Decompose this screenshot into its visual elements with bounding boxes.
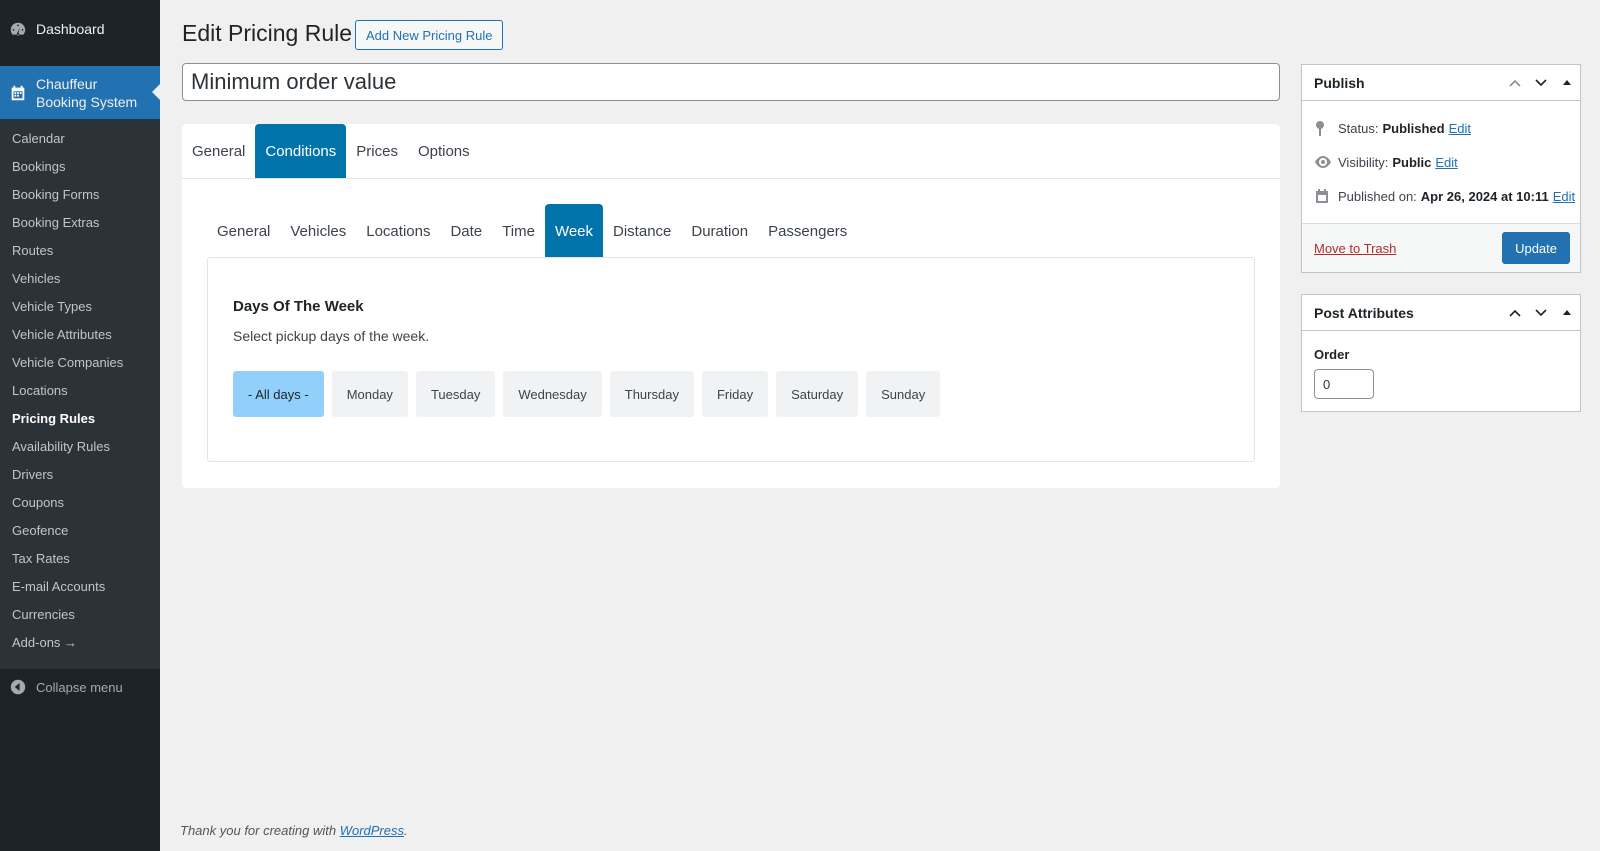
subtab-passengers[interactable]: Passengers — [758, 204, 857, 258]
footer-suffix: . — [404, 823, 408, 838]
day-friday[interactable]: Friday — [701, 371, 769, 417]
submenu-item-tax-rates[interactable]: Tax Rates — [12, 551, 70, 566]
submenu-item-bookings[interactable]: Bookings — [12, 159, 65, 174]
days-of-week-section: Days Of The Week Select pickup days of t… — [207, 257, 1255, 462]
pricing-rule-panel: General Conditions Prices Options Genera… — [182, 124, 1280, 488]
update-button[interactable]: Update — [1502, 232, 1570, 264]
move-to-trash-link[interactable]: Move to Trash — [1314, 241, 1396, 256]
edit-visibility-link[interactable]: Edit — [1435, 155, 1457, 170]
menu-current-label-2: Booking System — [36, 93, 138, 110]
subtab-distance[interactable]: Distance — [603, 204, 681, 258]
tabs-divider — [182, 178, 1280, 179]
collapse-menu-label: Collapse menu — [36, 679, 123, 695]
tab-general[interactable]: General — [182, 124, 255, 178]
submenu-item-vehicles[interactable]: Vehicles — [12, 271, 60, 286]
submenu-item-add-ons[interactable]: Add-ons → — [12, 635, 77, 650]
main-tabs: General Conditions Prices Options — [182, 124, 480, 178]
day-wednesday[interactable]: Wednesday — [503, 371, 602, 417]
menu-dashboard-label: Dashboard — [36, 21, 105, 37]
day-monday[interactable]: Monday — [331, 371, 408, 417]
subtab-week[interactable]: Week — [544, 204, 604, 258]
menu-chauffeur-booking-system[interactable]: Chauffeur Booking System — [0, 66, 160, 119]
subtab-time[interactable]: Time — [492, 204, 545, 258]
publish-title: Publish — [1314, 74, 1365, 91]
submenu-item-calendar[interactable]: Calendar — [12, 131, 65, 146]
dashboard-icon — [0, 20, 36, 38]
footer-thanks: Thank you for creating with — [180, 823, 340, 838]
post-title-input[interactable] — [182, 63, 1280, 101]
submenu-item-drivers[interactable]: Drivers — [12, 467, 53, 482]
published-label: Published on: — [1338, 188, 1417, 204]
section-description: Select pickup days of the week. — [233, 328, 430, 344]
move-down-icon[interactable] — [1528, 65, 1554, 101]
edit-status-link[interactable]: Edit — [1449, 121, 1471, 136]
submenu-item-booking-extras[interactable]: Booking Extras — [12, 215, 99, 230]
subtab-locations[interactable]: Locations — [356, 204, 440, 258]
pin-icon — [1314, 120, 1338, 136]
submenu-item-vehicle-types[interactable]: Vehicle Types — [12, 299, 92, 314]
calendar-icon — [1314, 188, 1338, 204]
subtab-duration[interactable]: Duration — [681, 204, 758, 258]
condition-tabs: General Vehicles Locations Date Time Wee… — [207, 204, 857, 258]
footer-text: Thank you for creating with WordPress. — [180, 823, 408, 838]
post-attributes-box: Post Attributes Order — [1301, 294, 1581, 412]
tab-options[interactable]: Options — [408, 124, 480, 178]
submenu-item-email-accounts[interactable]: E-mail Accounts — [12, 579, 105, 594]
move-up-icon[interactable] — [1502, 295, 1528, 331]
tab-prices[interactable]: Prices — [346, 124, 408, 178]
wordpress-link[interactable]: WordPress — [340, 823, 404, 838]
submenu-item-currencies[interactable]: Currencies — [12, 607, 75, 622]
publish-box: Publish Status: Published Edit Visibilit… — [1301, 64, 1581, 273]
day-tuesday[interactable]: Tuesday — [415, 371, 496, 417]
submenu-item-geofence[interactable]: Geofence — [12, 523, 68, 538]
submenu-item-booking-forms[interactable]: Booking Forms — [12, 187, 99, 202]
admin-sidebar: Dashboard Chauffeur Booking System Calen… — [0, 0, 160, 851]
status-row: Status: Published Edit — [1302, 111, 1580, 145]
subtab-general[interactable]: General — [207, 204, 280, 258]
day-sunday[interactable]: Sunday — [866, 371, 941, 417]
visibility-row: Visibility: Public Edit — [1302, 145, 1580, 179]
menu-current-label-1: Chauffeur — [36, 75, 98, 92]
move-down-icon[interactable] — [1528, 295, 1554, 331]
day-thursday[interactable]: Thursday — [609, 371, 694, 417]
status-label: Status: — [1338, 120, 1379, 136]
publish-actions: Move to Trash Update — [1302, 223, 1580, 272]
day-saturday[interactable]: Saturday — [776, 371, 859, 417]
published-on-row: Published on: Apr 26, 2024 at 10:11 Edit — [1302, 179, 1580, 213]
post-attributes-title: Post Attributes — [1314, 304, 1414, 321]
edit-date-link[interactable]: Edit — [1553, 189, 1575, 204]
collapse-menu-button[interactable]: Collapse menu — [0, 672, 160, 702]
published-value: Apr 26, 2024 at 10:11 — [1420, 188, 1549, 204]
visibility-label: Visibility: — [1338, 154, 1389, 170]
visibility-value: Public — [1392, 154, 1432, 170]
submenu-item-availability-rules[interactable]: Availability Rules — [12, 439, 110, 454]
order-label: Order — [1314, 347, 1350, 362]
tab-conditions[interactable]: Conditions — [255, 124, 347, 178]
submenu-item-vehicle-companies[interactable]: Vehicle Companies — [12, 355, 123, 370]
eye-icon — [1314, 156, 1338, 168]
collapse-icon — [0, 679, 36, 695]
submenu-item-routes[interactable]: Routes — [12, 243, 53, 258]
section-title: Days Of The Week — [233, 298, 364, 315]
subtab-date[interactable]: Date — [440, 204, 492, 258]
submenu-item-locations[interactable]: Locations — [12, 383, 68, 398]
toggle-panel-icon[interactable] — [1554, 65, 1580, 101]
submenu-item-vehicle-attributes[interactable]: Vehicle Attributes — [12, 327, 112, 342]
submenu-item-coupons[interactable]: Coupons — [12, 495, 64, 510]
subtab-vehicles[interactable]: Vehicles — [280, 204, 356, 258]
calendar-icon — [0, 84, 36, 102]
submenu-item-pricing-rules[interactable]: Pricing Rules — [12, 411, 95, 426]
status-value: Published — [1382, 120, 1445, 136]
order-input[interactable] — [1314, 369, 1374, 399]
menu-dashboard[interactable]: Dashboard — [0, 12, 160, 46]
add-new-pricing-rule-button[interactable]: Add New Pricing Rule — [355, 20, 504, 50]
day-buttons: - All days - Monday Tuesday Wednesday Th… — [233, 371, 941, 417]
submenu: Calendar Bookings Booking Forms Booking … — [0, 119, 160, 669]
post-attributes-header: Post Attributes — [1302, 295, 1580, 331]
toggle-panel-icon[interactable] — [1554, 295, 1580, 331]
publish-header: Publish — [1302, 65, 1580, 101]
page-title: Edit Pricing Rule — [182, 20, 353, 46]
day-all[interactable]: - All days - — [233, 371, 324, 417]
move-up-icon[interactable] — [1502, 65, 1528, 101]
